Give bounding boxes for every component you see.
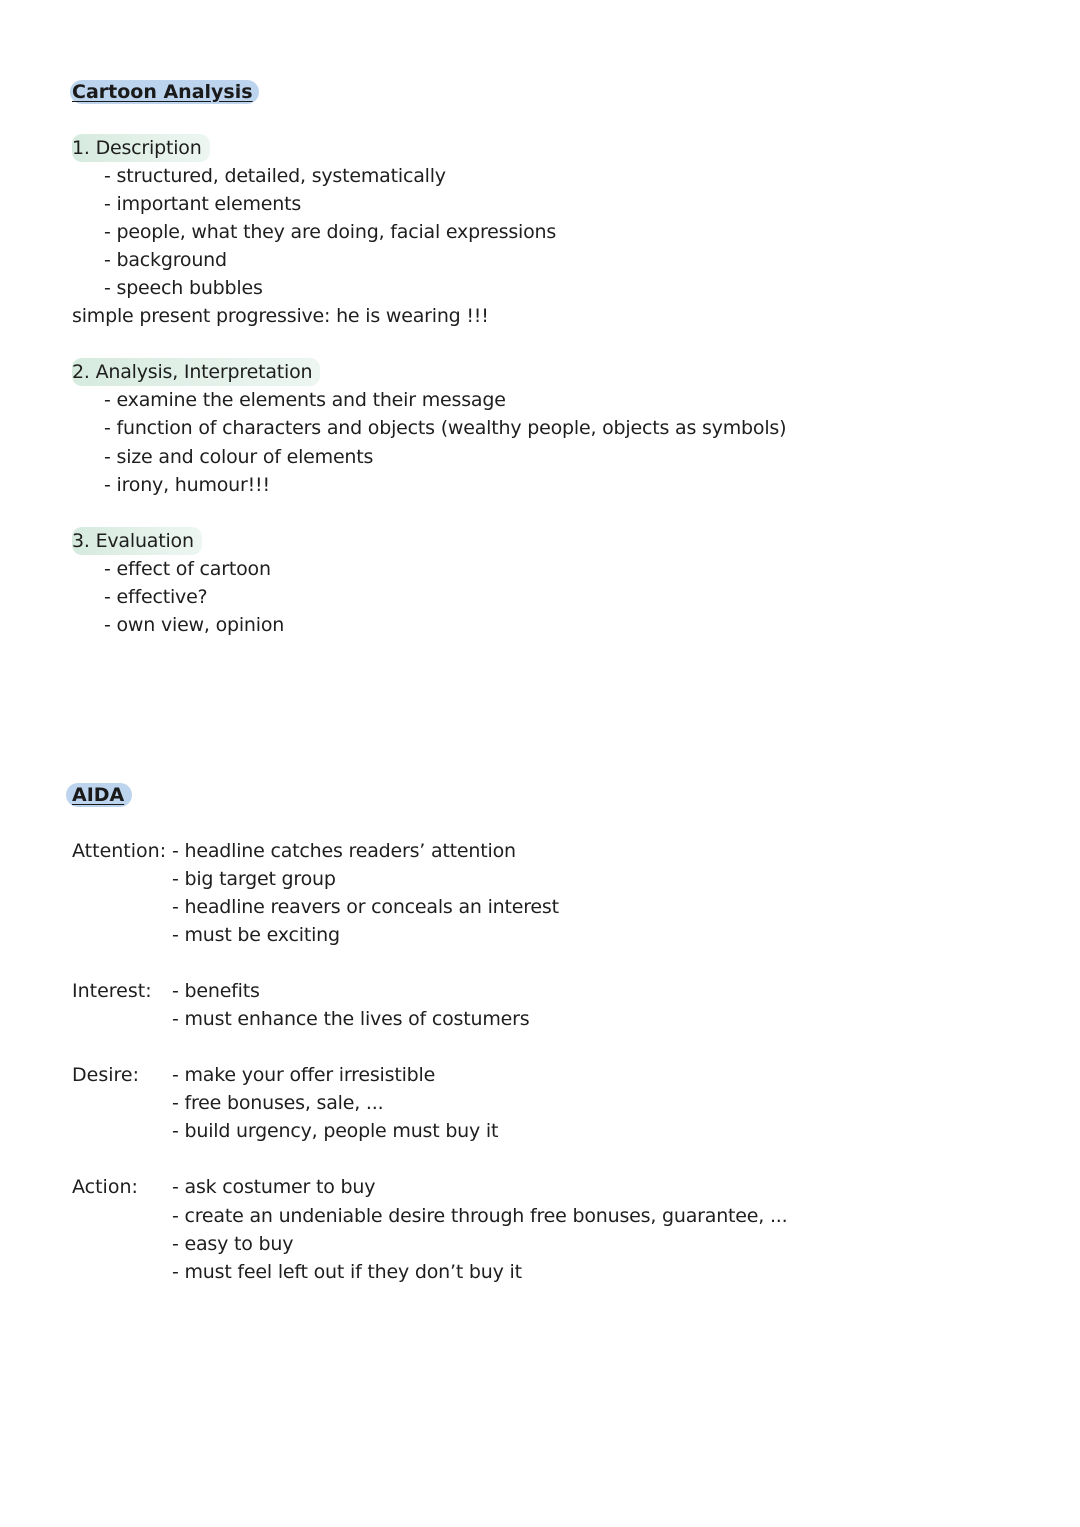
section-heading-analysis: 2. Analysis, Interpretation [72,358,321,386]
list-item: - important elements [104,193,302,215]
aida-label-desire: Desire: [72,1064,139,1086]
aida-title: AIDA [66,783,133,807]
list-item: - easy to buy [172,1233,294,1255]
list-item: - free bonuses, sale, ... [172,1092,384,1114]
list-item: - speech bubbles [104,277,263,299]
aida-label-attention: Attention: [72,840,167,862]
section-heading-description: 1. Description [72,134,210,162]
list-item: - background [104,249,227,271]
grammar-note: simple present progressive: he is wearin… [72,305,489,327]
list-item: - effect of cartoon [104,558,271,580]
list-item: - people, what they are doing, facial ex… [104,221,557,243]
list-item: - build urgency, people must buy it [172,1120,499,1142]
list-item: - structured, detailed, systematically [104,165,446,187]
list-item: - must enhance the lives of costumers [172,1008,530,1030]
list-item: - own view, opinion [104,614,285,636]
list-item: - make your offer irresistible [172,1064,436,1086]
aida-label-action: Action: [72,1176,138,1198]
section-heading-evaluation: 3. Evaluation [72,527,202,555]
list-item: - create an undeniable desire through fr… [172,1205,788,1227]
list-item: - function of characters and objects (we… [104,417,787,439]
list-item: - irony, humour!!! [104,474,270,496]
list-item: - big target group [172,868,336,890]
list-item: - must feel left out if they don’t buy i… [172,1261,522,1283]
list-item: - examine the elements and their message [104,389,506,411]
aida-label-interest: Interest: [72,980,152,1002]
cartoon-analysis-title: Cartoon Analysis [70,80,259,104]
list-item: - must be exciting [172,924,340,946]
list-item: - headline catches readers’ attention [172,840,516,862]
list-item: - ask costumer to buy [172,1176,376,1198]
list-item: - headline reavers or conceals an intere… [172,896,559,918]
list-item: - benefits [172,980,260,1002]
list-item: - size and colour of elements [104,446,374,468]
list-item: - effective? [104,586,208,608]
